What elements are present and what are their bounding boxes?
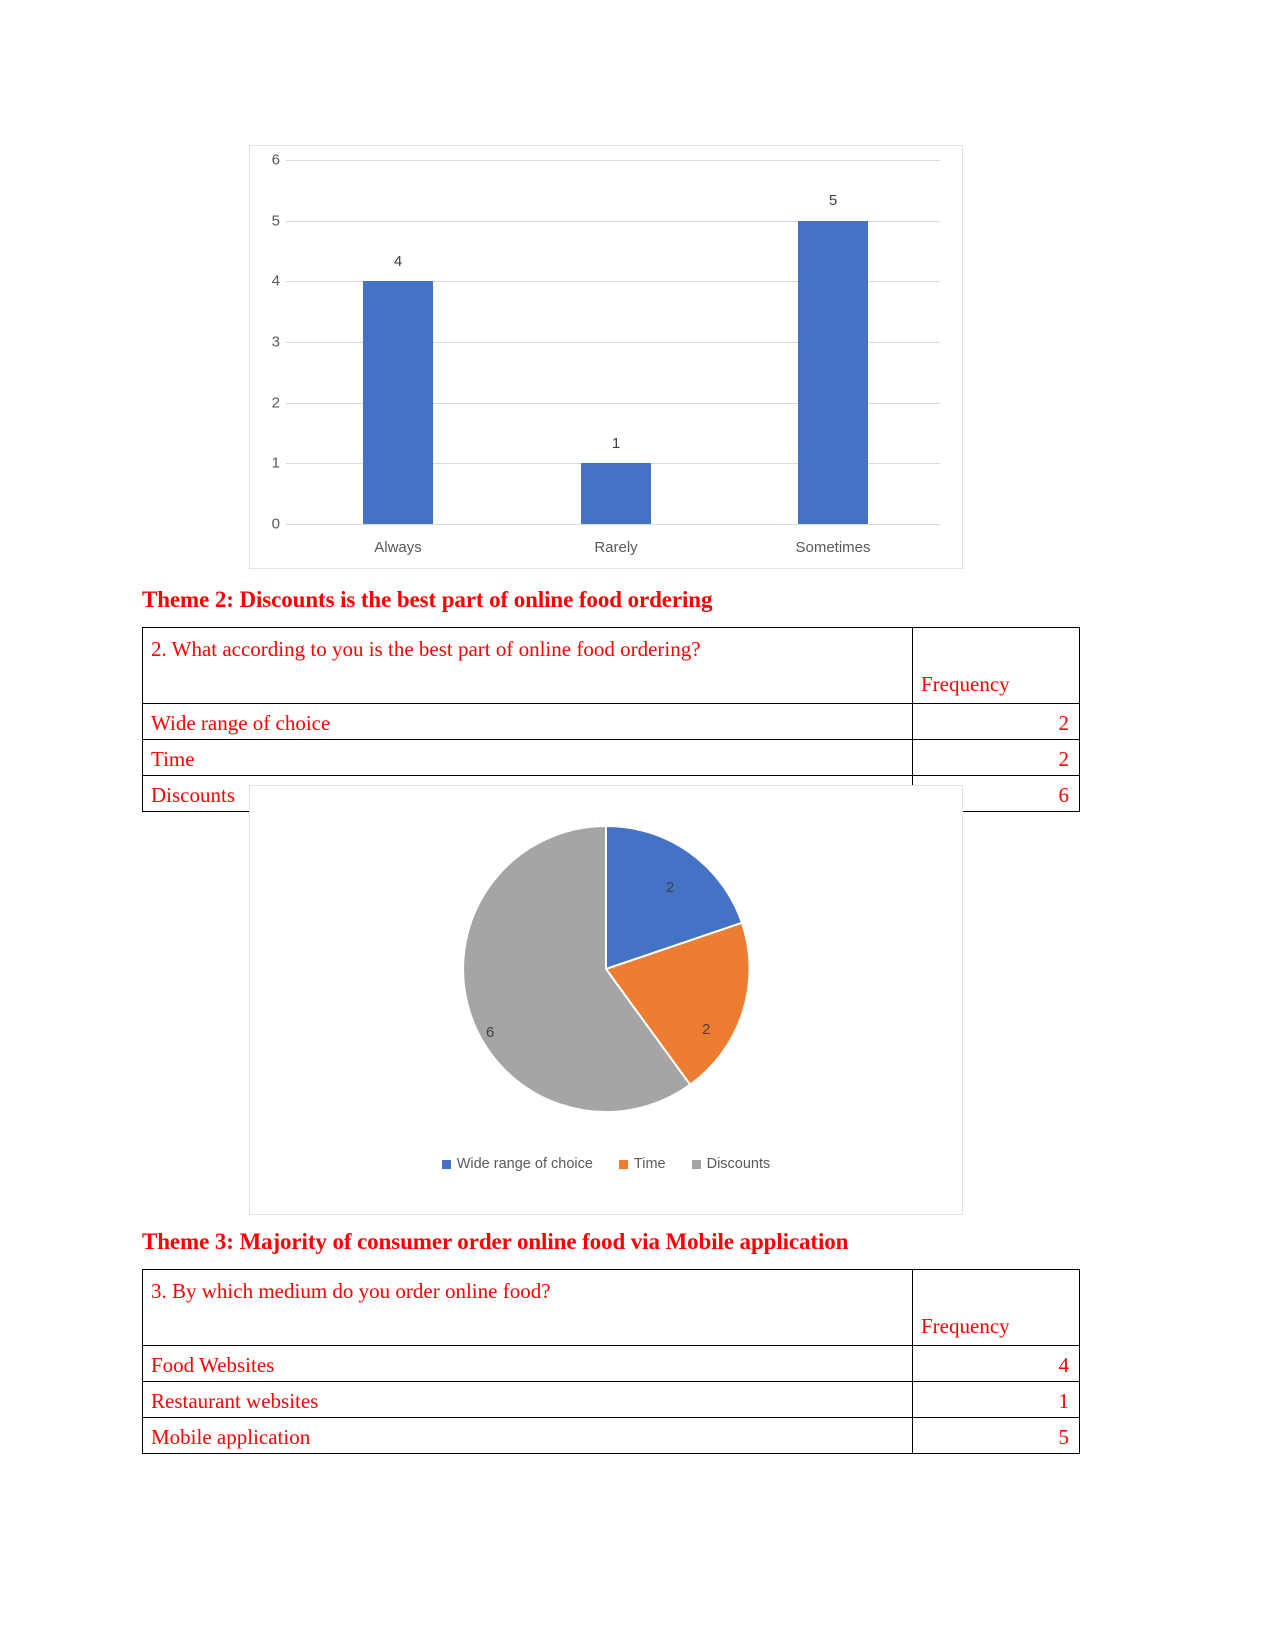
table-row: Mobile application 5 xyxy=(142,1417,1080,1454)
table-row: Restaurant websites 1 xyxy=(142,1381,1080,1418)
theme-3-table: 3. By which medium do you order online f… xyxy=(142,1269,1080,1454)
pie-svg xyxy=(462,824,751,1113)
y-tick-4: 4 xyxy=(271,272,280,290)
legend-swatch-icon xyxy=(618,1159,628,1169)
frequency-header-cell: Frequency xyxy=(912,627,1080,704)
bar-rarely[interactable] xyxy=(581,463,651,524)
pie-value-wide-range-of-choice: 2 xyxy=(666,879,675,896)
pie-value-time: 2 xyxy=(702,1021,711,1038)
option-value: 5 xyxy=(912,1417,1080,1454)
theme-2-heading: Theme 2: Discounts is the best part of o… xyxy=(142,587,713,612)
gridline-6 xyxy=(286,160,940,161)
y-tick-0: 0 xyxy=(271,515,280,533)
category-label-rarely: Rarely xyxy=(594,539,638,556)
legend-swatch-icon xyxy=(691,1159,701,1169)
bar-chart-plot-area: 6 5 4 3 2 1 0 4 1 5 Always Rarely Someti… xyxy=(250,146,962,568)
pie-chart: 2 2 6 Wide range of choice Time Discount… xyxy=(249,785,963,1215)
theme-3-heading: Theme 3: Majority of consumer order onli… xyxy=(142,1229,849,1254)
legend-item-discounts[interactable]: Discounts xyxy=(691,1156,771,1172)
document-page: 6 5 4 3 2 1 0 4 1 5 Always Rarely Someti… xyxy=(0,0,1275,1650)
bar-value-always: 4 xyxy=(393,253,403,270)
y-tick-6: 6 xyxy=(271,151,280,169)
axis-line-0 xyxy=(286,524,940,525)
legend-label: Time xyxy=(633,1156,666,1172)
y-tick-5: 5 xyxy=(271,212,280,230)
table-row: Wide range of choice 2 xyxy=(142,703,1080,740)
table-header-row: 3. By which medium do you order online f… xyxy=(142,1269,1080,1346)
bar-chart: 6 5 4 3 2 1 0 4 1 5 Always Rarely Someti… xyxy=(249,145,963,569)
bar-sometimes[interactable] xyxy=(798,220,868,524)
option-value: 2 xyxy=(912,703,1080,740)
table-header-row: 2. What according to you is the best par… xyxy=(142,627,1080,704)
frequency-header-cell: Frequency xyxy=(912,1269,1080,1346)
option-value: 4 xyxy=(912,1345,1080,1382)
category-label-sometimes: Sometimes xyxy=(795,539,871,556)
table-row: Food Websites 4 xyxy=(142,1345,1080,1382)
bar-value-sometimes: 5 xyxy=(828,192,838,209)
pie-value-discounts: 6 xyxy=(486,1024,495,1041)
y-tick-1: 1 xyxy=(271,454,280,472)
option-value: 2 xyxy=(912,739,1080,776)
option-label: Restaurant websites xyxy=(142,1381,913,1418)
pie-chart-legend: Wide range of choice Time Discounts xyxy=(250,1156,962,1172)
y-tick-2: 2 xyxy=(271,394,280,412)
option-label: Wide range of choice xyxy=(142,703,913,740)
table-row: Time 2 xyxy=(142,739,1080,776)
legend-item-time[interactable]: Time xyxy=(618,1156,666,1172)
option-label: Time xyxy=(142,739,913,776)
pie-chart-plot-area: 2 2 6 xyxy=(461,824,751,1114)
category-label-always: Always xyxy=(374,539,422,556)
question-cell: 2. What according to you is the best par… xyxy=(142,627,913,704)
bar-value-rarely: 1 xyxy=(611,435,621,452)
legend-item-wide-range-of-choice[interactable]: Wide range of choice xyxy=(441,1156,593,1172)
question-cell: 3. By which medium do you order online f… xyxy=(142,1269,913,1346)
option-value: 1 xyxy=(912,1381,1080,1418)
legend-swatch-icon xyxy=(441,1159,451,1169)
option-label: Mobile application xyxy=(142,1417,913,1454)
legend-label: Discounts xyxy=(706,1156,771,1172)
y-tick-3: 3 xyxy=(271,333,280,351)
option-label: Food Websites xyxy=(142,1345,913,1382)
legend-label: Wide range of choice xyxy=(456,1156,593,1172)
bar-always[interactable] xyxy=(363,281,433,524)
